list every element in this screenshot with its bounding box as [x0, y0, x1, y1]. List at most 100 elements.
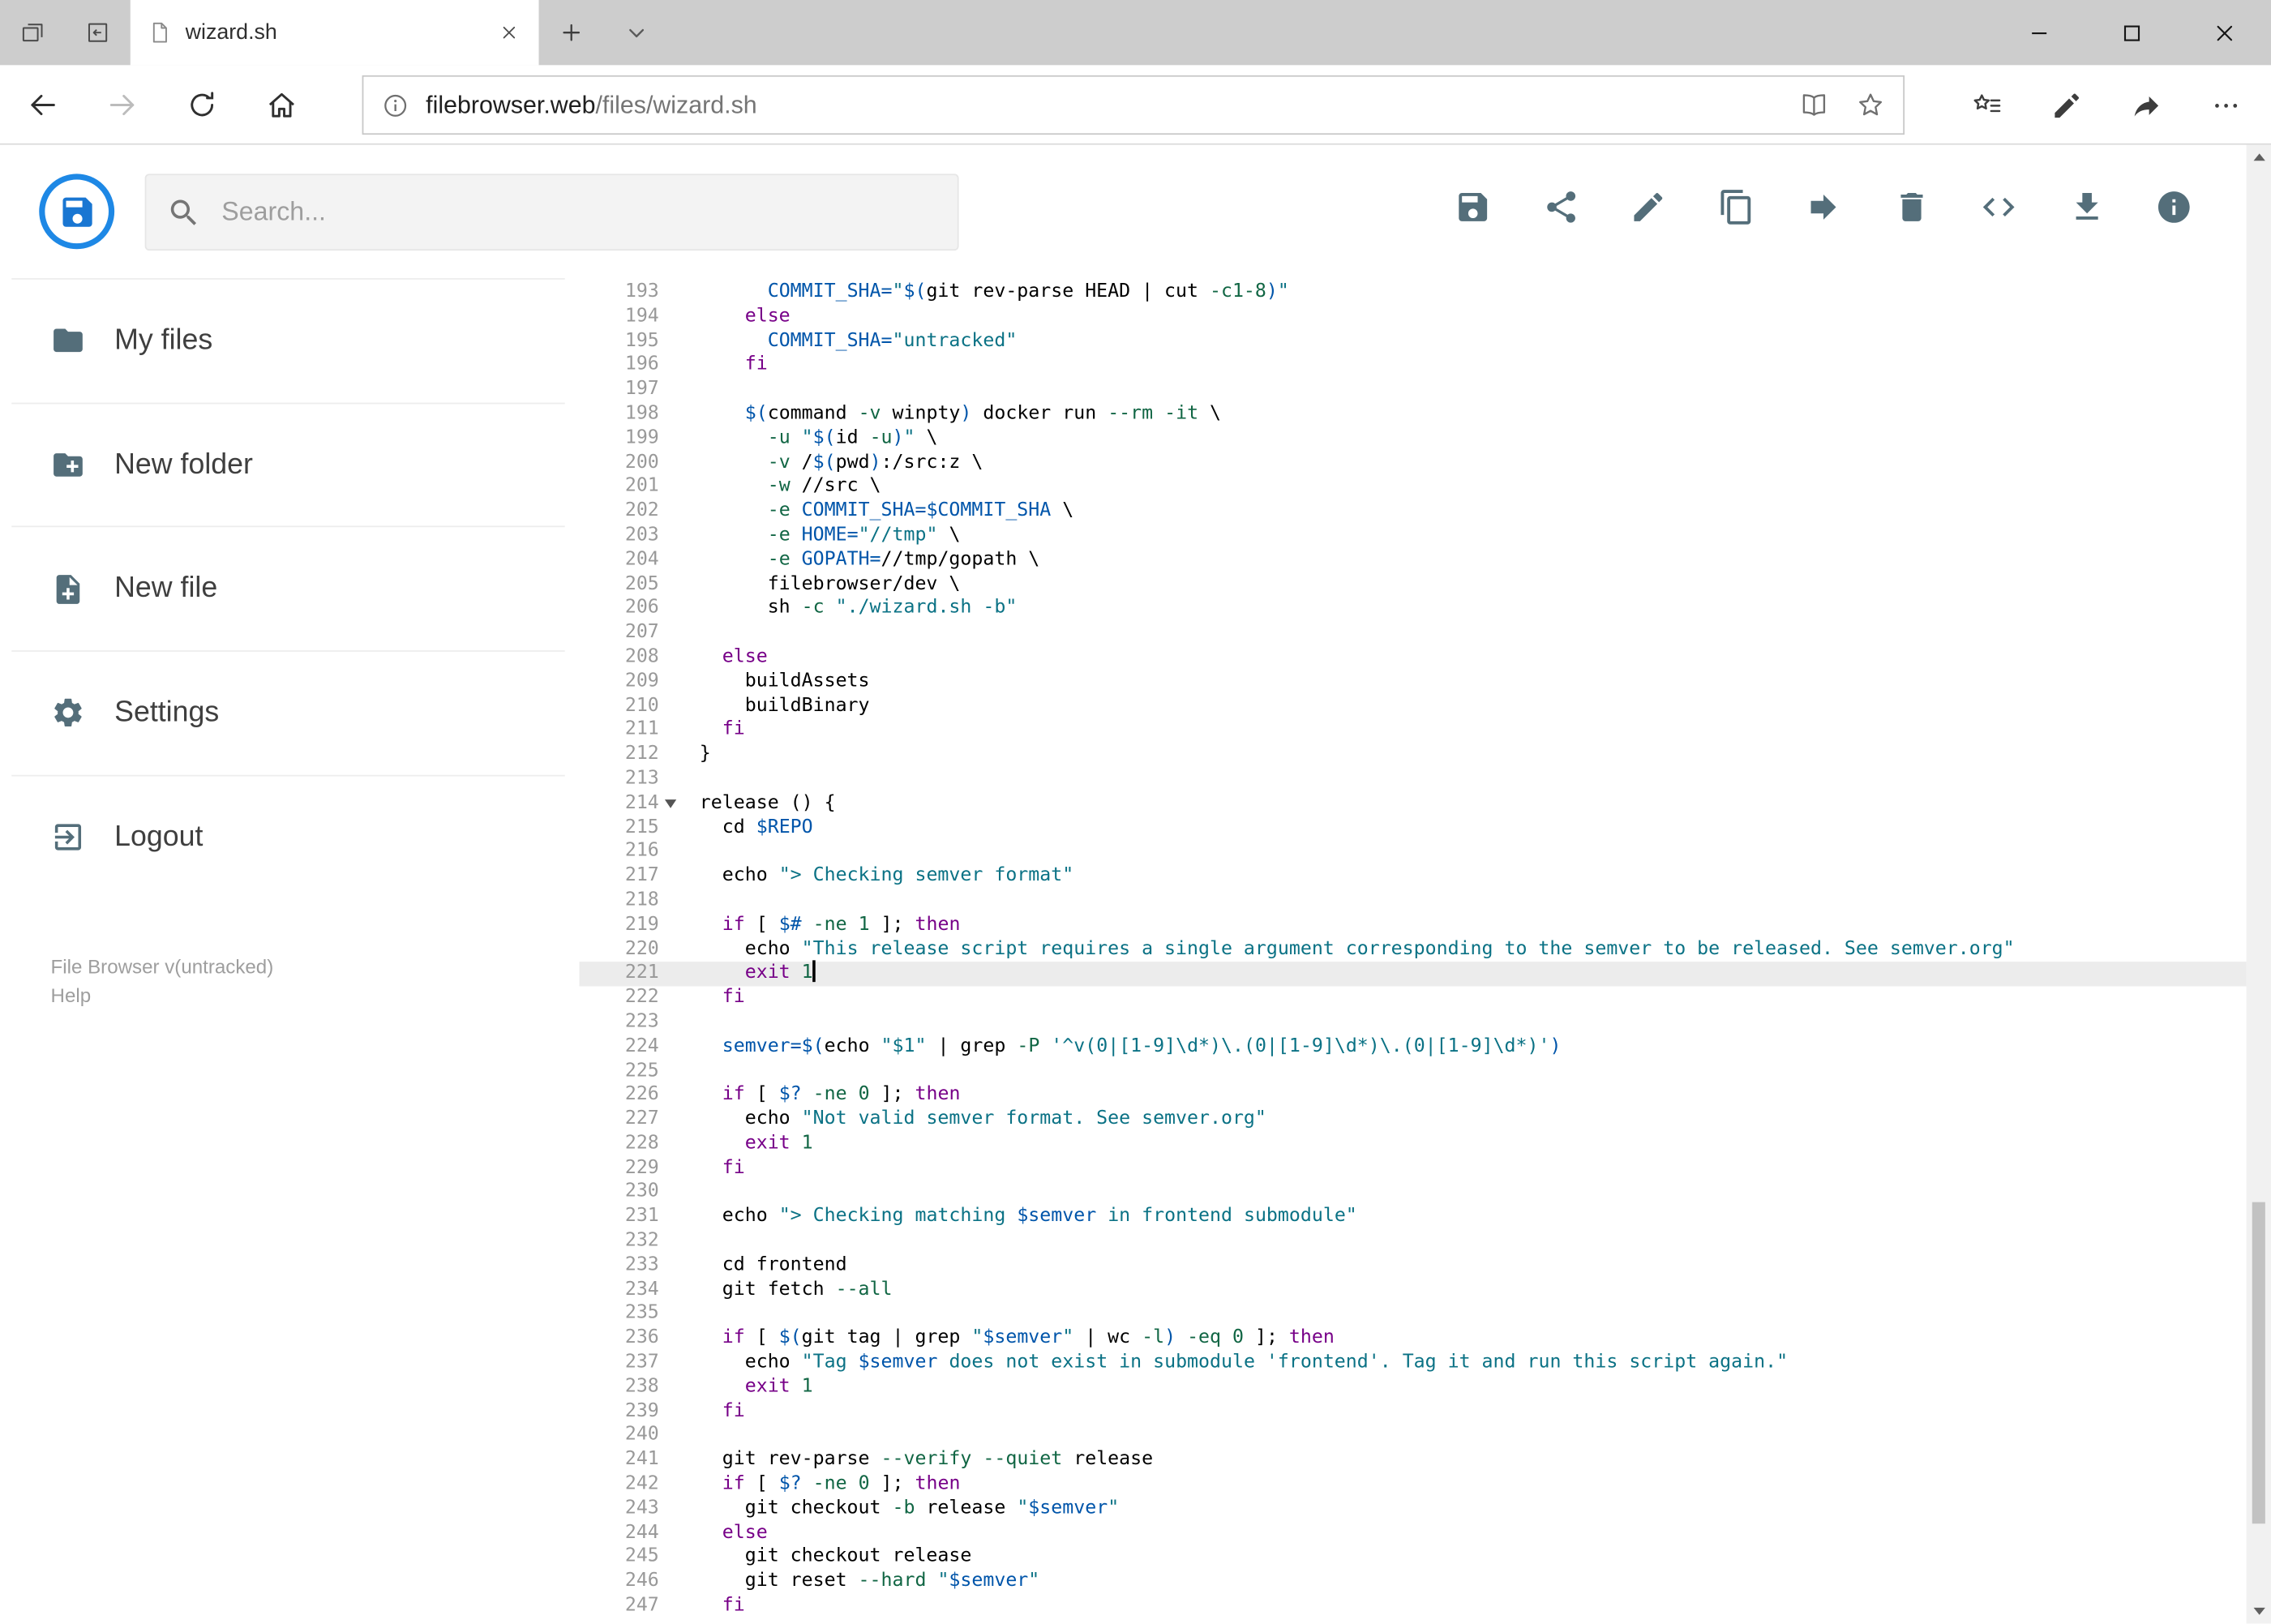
hub-button[interactable]	[1958, 76, 2016, 134]
code-line[interactable]: 207	[580, 622, 2247, 646]
code-line[interactable]: 237 echo "Tag $semver does not exist in …	[580, 1352, 2247, 1376]
code-line[interactable]: 201 -w //src \	[580, 476, 2247, 500]
code-line[interactable]: 220 echo "This release script requires a…	[580, 938, 2247, 962]
code-line[interactable]: 205 filebrowser/dev \	[580, 573, 2247, 598]
code-line[interactable]: 198 $(command -v winpty) docker run --rm…	[580, 403, 2247, 427]
code-line[interactable]: 224 semver=$(echo "$1" | grep -P '^v(0|[…	[580, 1035, 2247, 1060]
web-note-button[interactable]	[2037, 76, 2095, 134]
save-button[interactable]	[1441, 175, 1505, 239]
view-code-button[interactable]	[1967, 175, 2031, 239]
code-line[interactable]: 235	[580, 1303, 2247, 1327]
code-line[interactable]: 241 git rev-parse --verify --quiet relea…	[580, 1449, 2247, 1473]
code-line[interactable]: 200 -v /$(pwd):/src:z \	[580, 452, 2247, 476]
code-line[interactable]: 223	[580, 1011, 2247, 1035]
tab-close-icon[interactable]	[497, 20, 521, 45]
minimize-button[interactable]	[1993, 0, 2085, 65]
tab-preview-chevron-button[interactable]	[604, 0, 669, 65]
code-line[interactable]: 233 cd frontend	[580, 1254, 2247, 1279]
refresh-button[interactable]	[162, 64, 242, 144]
code-line[interactable]: 210 buildBinary	[580, 695, 2247, 719]
code-line[interactable]: 196 fi	[580, 354, 2247, 379]
code-line[interactable]: 215 cd $REPO	[580, 816, 2247, 841]
code-line[interactable]: 227 echo "Not valid semver format. See s…	[580, 1108, 2247, 1133]
search-box[interactable]	[144, 174, 959, 251]
set-tabs-aside-button[interactable]	[0, 0, 65, 65]
favorite-star-icon[interactable]	[1855, 90, 1886, 121]
reading-view-icon[interactable]	[1799, 90, 1830, 121]
info-button[interactable]	[2142, 175, 2206, 239]
code-line[interactable]: 238 exit 1	[580, 1376, 2247, 1400]
forward-button[interactable]	[83, 64, 162, 144]
code-line[interactable]: 197	[580, 379, 2247, 403]
code-line[interactable]: 218	[580, 889, 2247, 914]
code-line[interactable]: 226 if [ $? -ne 0 ]; then	[580, 1084, 2247, 1108]
scroll-down-button[interactable]	[2247, 1599, 2271, 1623]
download-button[interactable]	[2055, 175, 2119, 239]
help-link[interactable]: Help	[51, 982, 274, 1011]
code-line[interactable]: 239 fi	[580, 1400, 2247, 1425]
new-tab-button[interactable]	[539, 0, 604, 65]
sidebar-item-new-file[interactable]: New file	[11, 526, 565, 650]
code-line[interactable]: 199 -u "$(id -u)" \	[580, 427, 2247, 452]
code-line[interactable]: 204 -e GOPATH=//tmp/gopath \	[580, 549, 2247, 573]
scrollbar[interactable]	[2246, 144, 2271, 1624]
maximize-button[interactable]	[2085, 0, 2178, 65]
sidebar-item-settings[interactable]: Settings	[11, 650, 565, 774]
code-line[interactable]: 217 echo "> Checking semver format"	[580, 865, 2247, 889]
code-line[interactable]: 240	[580, 1425, 2247, 1449]
back-button[interactable]	[3, 64, 83, 144]
copy-button[interactable]	[1704, 175, 1768, 239]
scrollbar-thumb[interactable]	[2252, 1202, 2265, 1524]
code-line[interactable]: 243 git checkout -b release "$semver"	[580, 1498, 2247, 1522]
code-line[interactable]: 208 else	[580, 646, 2247, 671]
browser-tab[interactable]: wizard.sh	[130, 0, 539, 66]
code-line[interactable]: 232	[580, 1230, 2247, 1254]
delete-button[interactable]	[1879, 175, 1943, 239]
move-button[interactable]	[1792, 175, 1856, 239]
code-line[interactable]: 229 fi	[580, 1157, 2247, 1181]
share-button[interactable]	[1528, 175, 1592, 239]
close-button[interactable]	[2179, 0, 2271, 65]
code-line[interactable]: 219 if [ $# -ne 1 ]; then	[580, 914, 2247, 938]
code-line[interactable]: 195 COMMIT_SHA="untracked"	[580, 330, 2247, 354]
code-line[interactable]: 222 fi	[580, 987, 2247, 1011]
code-line[interactable]: 216	[580, 841, 2247, 865]
sidebar-item-new-folder[interactable]: New folder	[11, 402, 565, 526]
code-line[interactable]: 242 if [ $? -ne 0 ]; then	[580, 1473, 2247, 1498]
filebrowser-logo[interactable]	[39, 174, 115, 250]
code-line[interactable]: 245 git checkout release	[580, 1546, 2247, 1570]
fold-marker-icon[interactable]	[664, 799, 677, 809]
show-tab-previews-button[interactable]	[65, 0, 130, 65]
page-info-icon[interactable]	[381, 91, 410, 120]
code-line[interactable]: 230	[580, 1181, 2247, 1206]
code-line[interactable]: 236 if [ $(git tag | grep "$semver" | wc…	[580, 1327, 2247, 1352]
search-input[interactable]	[221, 196, 937, 228]
code-line[interactable]: 213	[580, 768, 2247, 792]
code-editor[interactable]: 193 COMMIT_SHA="$(git rev-parse HEAD | c…	[579, 269, 2247, 1624]
code-line[interactable]: 221 exit 1	[579, 960, 2247, 987]
code-line[interactable]: 194 else	[580, 306, 2247, 330]
code-line[interactable]: 214 release () {	[580, 792, 2247, 816]
more-button[interactable]	[2197, 76, 2255, 134]
sidebar-item-logout[interactable]: Logout	[11, 774, 565, 898]
code-line[interactable]: 244 else	[580, 1522, 2247, 1546]
code-line[interactable]: 193 COMMIT_SHA="$(git rev-parse HEAD | c…	[580, 281, 2247, 306]
code-line[interactable]: 212}	[580, 743, 2247, 768]
code-line[interactable]: 234 git fetch --all	[580, 1279, 2247, 1303]
code-line[interactable]: 231 echo "> Checking matching $semver in…	[580, 1206, 2247, 1230]
code-line[interactable]: 225	[580, 1060, 2247, 1084]
code-line[interactable]: 202 -e COMMIT_SHA=$COMMIT_SHA \	[580, 500, 2247, 525]
code-line[interactable]: 246 git reset --hard "$semver"	[580, 1570, 2247, 1595]
sidebar-item-my-files[interactable]: My files	[11, 277, 565, 402]
code-line[interactable]: 209 buildAssets	[580, 671, 2247, 695]
home-button[interactable]	[242, 64, 321, 144]
code-line[interactable]: 203 -e HOME="//tmp" \	[580, 525, 2247, 549]
address-bar[interactable]: filebrowser.web/files/wizard.sh	[362, 75, 1905, 135]
edit-button[interactable]	[1617, 175, 1681, 239]
share-button[interactable]	[2118, 76, 2175, 134]
scroll-up-button[interactable]	[2247, 145, 2271, 169]
code-line[interactable]: 211 fi	[580, 719, 2247, 743]
code-line[interactable]: 228 exit 1	[580, 1133, 2247, 1157]
code-line[interactable]: 206 sh -c "./wizard.sh -b"	[580, 598, 2247, 622]
code-line[interactable]: 247 fi	[580, 1595, 2247, 1619]
